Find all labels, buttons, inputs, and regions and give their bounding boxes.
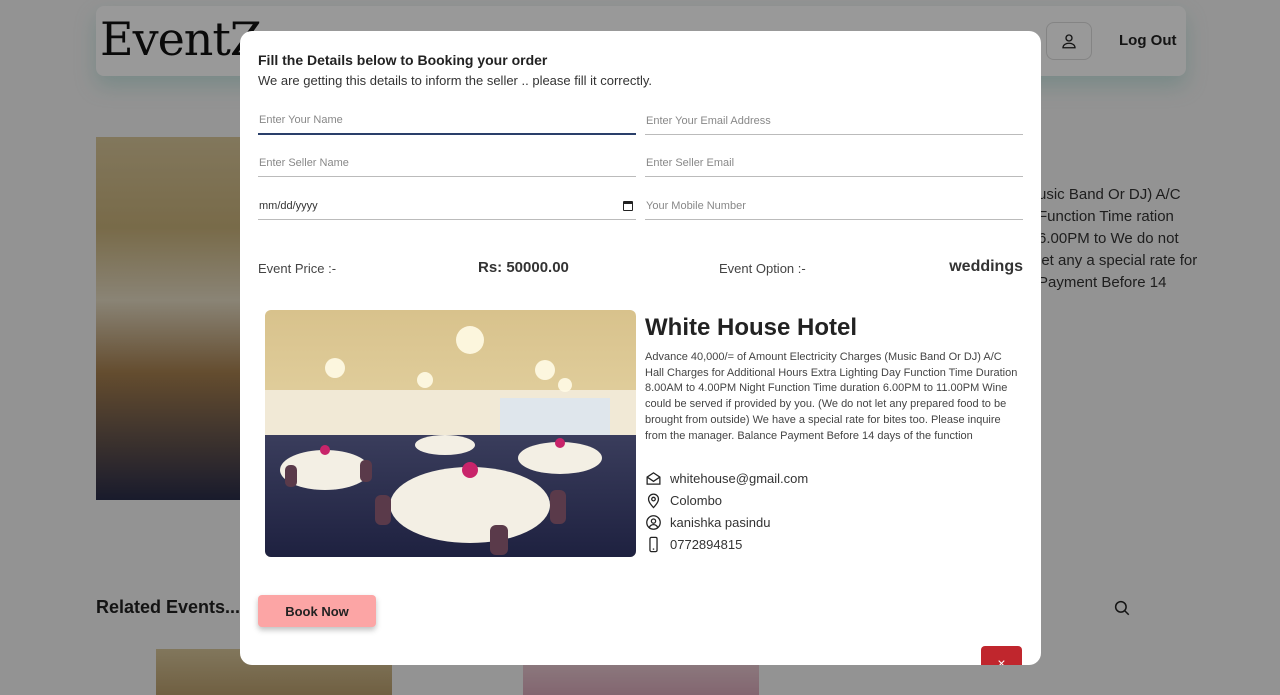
hotel-phone-row: 0772894815: [645, 536, 742, 553]
seller-email-field-wrapper: [645, 149, 1023, 177]
date-input[interactable]: mm/dd/yyyy: [258, 192, 636, 220]
location-icon: [647, 493, 660, 509]
hotel-location-row: Colombo: [645, 492, 722, 509]
user-circle-icon: [646, 515, 661, 530]
seller-name-input[interactable]: [258, 149, 636, 176]
phone-icon: [649, 536, 658, 553]
event-option-label: Event Option :-: [719, 261, 806, 276]
hotel-email: whitehouse@gmail.com: [670, 471, 809, 486]
date-placeholder: mm/dd/yyyy: [259, 199, 318, 212]
hotel-phone: 0772894815: [670, 537, 743, 552]
event-price-label: Event Price :-: [258, 261, 337, 276]
name-field-wrapper: [258, 107, 636, 135]
book-now-button[interactable]: Book Now: [258, 595, 376, 627]
email-field-wrapper: [645, 107, 1023, 135]
close-icon: ×: [997, 655, 1006, 665]
email-input[interactable]: [645, 107, 1023, 134]
hotel-email-row: whitehouse@gmail.com: [645, 470, 808, 487]
seller-name-field-wrapper: [258, 149, 636, 177]
hotel-owner: kanishka pasindu: [670, 515, 771, 530]
close-modal-button[interactable]: ×: [981, 646, 1022, 665]
mobile-field-wrapper: [645, 192, 1023, 220]
hotel-name: White House Hotel: [645, 314, 858, 341]
event-option-value: weddings: [949, 258, 1023, 275]
booking-modal: Fill the Details below to Booking your o…: [240, 31, 1041, 665]
event-price-value: Rs: 50000.00: [478, 259, 569, 276]
hotel-location: Colombo: [670, 493, 723, 508]
hotel-image: [265, 310, 636, 557]
seller-email-input[interactable]: [645, 149, 1023, 176]
modal-subtitle: We are getting this details to inform th…: [258, 73, 653, 88]
modal-title: Fill the Details below to Booking your o…: [258, 52, 548, 68]
hotel-owner-row: kanishka pasindu: [645, 514, 770, 531]
mobile-input[interactable]: [645, 192, 1023, 219]
name-input[interactable]: [258, 107, 636, 133]
email-icon: [646, 472, 661, 485]
hotel-description: Advance 40,000/= of Amount Electricity C…: [645, 351, 1018, 442]
calendar-icon[interactable]: [623, 200, 633, 211]
